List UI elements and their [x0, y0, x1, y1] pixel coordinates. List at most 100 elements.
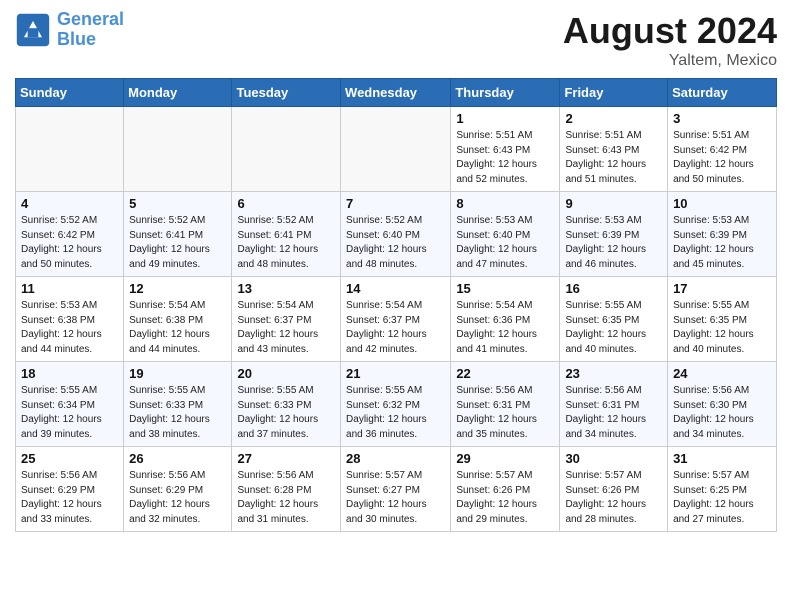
day-number: 28 — [346, 451, 445, 466]
day-number: 17 — [673, 281, 771, 296]
day-info: Sunrise: 5:56 AM Sunset: 6:31 PM Dayligh… — [456, 384, 554, 442]
day-number: 10 — [673, 196, 771, 211]
day-number: 3 — [673, 111, 771, 126]
title-block: August 2024 Yaltem, Mexico — [563, 10, 777, 70]
calendar-cell: 20 Sunrise: 5:55 AM Sunset: 6:33 PM Dayli… — [232, 362, 341, 447]
day-info: Sunrise: 5:57 AM Sunset: 6:26 PM Dayligh… — [565, 469, 662, 527]
day-number: 5 — [129, 196, 226, 211]
calendar-cell — [341, 107, 451, 192]
calendar-cell: 19 Sunrise: 5:55 AM Sunset: 6:33 PM Dayli… — [124, 362, 232, 447]
calendar-week-row: 4 Sunrise: 5:52 AM Sunset: 6:42 PM Daylig… — [16, 192, 777, 277]
calendar-cell: 4 Sunrise: 5:52 AM Sunset: 6:42 PM Daylig… — [16, 192, 124, 277]
day-info: Sunrise: 5:57 AM Sunset: 6:27 PM Dayligh… — [346, 469, 445, 527]
weekday-header: Friday — [560, 79, 668, 107]
page-header: General Blue August 2024 Yaltem, Mexico — [15, 10, 777, 70]
calendar-cell: 22 Sunrise: 5:56 AM Sunset: 6:31 PM Dayli… — [451, 362, 560, 447]
logo-icon — [15, 12, 51, 48]
weekday-header: Monday — [124, 79, 232, 107]
calendar-cell: 29 Sunrise: 5:57 AM Sunset: 6:26 PM Dayli… — [451, 447, 560, 532]
day-number: 8 — [456, 196, 554, 211]
calendar-cell: 2Sunrise: 5:51 AM Sunset: 6:43 PM Daylig… — [560, 107, 668, 192]
day-number: 15 — [456, 281, 554, 296]
day-number: 7 — [346, 196, 445, 211]
calendar-cell: 24 Sunrise: 5:56 AM Sunset: 6:30 PM Dayli… — [668, 362, 777, 447]
day-number: 16 — [565, 281, 662, 296]
day-info: Sunrise: 5:52 AM Sunset: 6:42 PM Dayligh… — [21, 214, 118, 272]
calendar-cell: 18 Sunrise: 5:55 AM Sunset: 6:34 PM Dayli… — [16, 362, 124, 447]
calendar-cell: 23 Sunrise: 5:56 AM Sunset: 6:31 PM Dayli… — [560, 362, 668, 447]
calendar-cell: 16 Sunrise: 5:55 AM Sunset: 6:35 PM Dayli… — [560, 277, 668, 362]
calendar-cell: 13 Sunrise: 5:54 AM Sunset: 6:37 PM Dayli… — [232, 277, 341, 362]
day-info: Sunrise: 5:51 AM Sunset: 6:42 PM Dayligh… — [673, 129, 771, 187]
day-info: Sunrise: 5:55 AM Sunset: 6:35 PM Dayligh… — [673, 299, 771, 357]
calendar-cell: 9Sunrise: 5:53 AM Sunset: 6:39 PM Daylig… — [560, 192, 668, 277]
day-info: Sunrise: 5:53 AM Sunset: 6:40 PM Dayligh… — [456, 214, 554, 272]
calendar-cell: 6 Sunrise: 5:52 AM Sunset: 6:41 PM Daylig… — [232, 192, 341, 277]
day-number: 6 — [237, 196, 335, 211]
calendar-week-row: 18 Sunrise: 5:55 AM Sunset: 6:34 PM Dayli… — [16, 362, 777, 447]
day-info: Sunrise: 5:57 AM Sunset: 6:26 PM Dayligh… — [456, 469, 554, 527]
day-info: Sunrise: 5:56 AM Sunset: 6:31 PM Dayligh… — [565, 384, 662, 442]
day-info: Sunrise: 5:53 AM Sunset: 6:38 PM Dayligh… — [21, 299, 118, 357]
day-info: Sunrise: 5:56 AM Sunset: 6:30 PM Dayligh… — [673, 384, 771, 442]
day-info: Sunrise: 5:51 AM Sunset: 6:43 PM Dayligh… — [456, 129, 554, 187]
weekday-header: Sunday — [16, 79, 124, 107]
day-number: 24 — [673, 366, 771, 381]
weekday-header: Tuesday — [232, 79, 341, 107]
calendar-cell: 27Sunrise: 5:56 AM Sunset: 6:28 PM Dayli… — [232, 447, 341, 532]
calendar-cell: 25Sunrise: 5:56 AM Sunset: 6:29 PM Dayli… — [16, 447, 124, 532]
day-info: Sunrise: 5:54 AM Sunset: 6:37 PM Dayligh… — [237, 299, 335, 357]
location: Yaltem, Mexico — [563, 52, 777, 70]
calendar-cell — [232, 107, 341, 192]
calendar-table: SundayMondayTuesdayWednesdayThursdayFrid… — [15, 78, 777, 532]
calendar-cell: 11Sunrise: 5:53 AM Sunset: 6:38 PM Dayli… — [16, 277, 124, 362]
calendar-cell: 3 Sunrise: 5:51 AM Sunset: 6:42 PM Daylig… — [668, 107, 777, 192]
calendar-week-row: 25 Sunrise: 5:56 AM Sunset: 6:29 PM Dayli… — [16, 447, 777, 532]
day-number: 19 — [129, 366, 226, 381]
day-number: 22 — [456, 366, 554, 381]
calendar-week-row: 11Sunrise: 5:53 AM Sunset: 6:38 PM Dayli… — [16, 277, 777, 362]
day-info: Sunrise: 5:56 AM Sunset: 6:29 PM Dayligh… — [129, 469, 226, 527]
day-number: 21 — [346, 366, 445, 381]
calendar-cell: 1 Sunrise: 5:51 AM Sunset: 6:43 PM Daylig… — [451, 107, 560, 192]
day-number: 18 — [21, 366, 118, 381]
weekday-header: Saturday — [668, 79, 777, 107]
day-info: Sunrise: 5:52 AM Sunset: 6:41 PM Dayligh… — [129, 214, 226, 272]
day-info: Sunrise: 5:55 AM Sunset: 6:33 PM Dayligh… — [129, 384, 226, 442]
calendar-cell — [16, 107, 124, 192]
day-number: 20 — [237, 366, 335, 381]
calendar-header-row: SundayMondayTuesdayWednesdayThursdayFrid… — [16, 79, 777, 107]
calendar-cell: 14Sunrise: 5:54 AM Sunset: 6:37 PM Dayli… — [341, 277, 451, 362]
logo-blue: Blue — [57, 29, 96, 49]
day-number: 1 — [456, 111, 554, 126]
weekday-header: Thursday — [451, 79, 560, 107]
day-info: Sunrise: 5:55 AM Sunset: 6:35 PM Dayligh… — [565, 299, 662, 357]
calendar-cell: 8 Sunrise: 5:53 AM Sunset: 6:40 PM Daylig… — [451, 192, 560, 277]
day-info: Sunrise: 5:55 AM Sunset: 6:33 PM Dayligh… — [237, 384, 335, 442]
day-info: Sunrise: 5:53 AM Sunset: 6:39 PM Dayligh… — [565, 214, 662, 272]
day-number: 26 — [129, 451, 226, 466]
calendar-week-row: 1 Sunrise: 5:51 AM Sunset: 6:43 PM Daylig… — [16, 107, 777, 192]
day-number: 31 — [673, 451, 771, 466]
day-info: Sunrise: 5:52 AM Sunset: 6:40 PM Dayligh… — [346, 214, 445, 272]
logo: General Blue — [15, 10, 124, 50]
calendar-cell: 17 Sunrise: 5:55 AM Sunset: 6:35 PM Dayli… — [668, 277, 777, 362]
day-number: 12 — [129, 281, 226, 296]
day-number: 25 — [21, 451, 118, 466]
day-info: Sunrise: 5:51 AM Sunset: 6:43 PM Dayligh… — [565, 129, 662, 187]
day-number: 23 — [565, 366, 662, 381]
day-info: Sunrise: 5:57 AM Sunset: 6:25 PM Dayligh… — [673, 469, 771, 527]
calendar-cell: 30Sunrise: 5:57 AM Sunset: 6:26 PM Dayli… — [560, 447, 668, 532]
day-number: 14 — [346, 281, 445, 296]
calendar-cell: 7 Sunrise: 5:52 AM Sunset: 6:40 PM Daylig… — [341, 192, 451, 277]
day-number: 29 — [456, 451, 554, 466]
calendar-cell: 10Sunrise: 5:53 AM Sunset: 6:39 PM Dayli… — [668, 192, 777, 277]
day-info: Sunrise: 5:55 AM Sunset: 6:34 PM Dayligh… — [21, 384, 118, 442]
day-info: Sunrise: 5:55 AM Sunset: 6:32 PM Dayligh… — [346, 384, 445, 442]
day-number: 4 — [21, 196, 118, 211]
day-info: Sunrise: 5:52 AM Sunset: 6:41 PM Dayligh… — [237, 214, 335, 272]
day-info: Sunrise: 5:54 AM Sunset: 6:38 PM Dayligh… — [129, 299, 226, 357]
day-number: 13 — [237, 281, 335, 296]
calendar-cell: 31 Sunrise: 5:57 AM Sunset: 6:25 PM Dayli… — [668, 447, 777, 532]
weekday-header: Wednesday — [341, 79, 451, 107]
